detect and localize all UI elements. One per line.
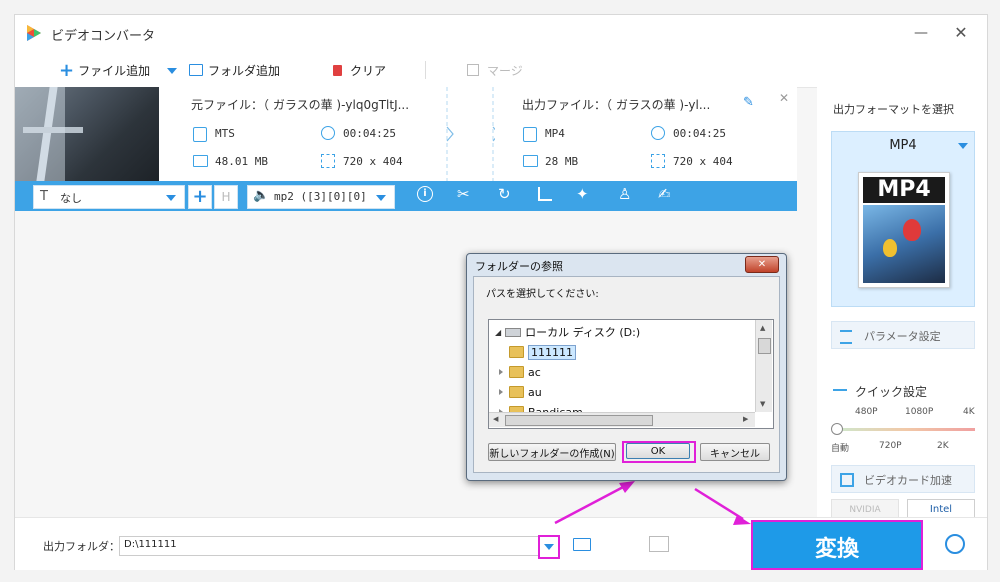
folder-icon	[509, 386, 524, 398]
scroll-thumb[interactable]	[758, 338, 771, 354]
drive-label: ローカル ディスク (D:)	[525, 326, 641, 339]
tree-item-drive[interactable]: ◢ ローカル ディスク (D:)	[495, 322, 640, 342]
dialog-prompt: パスを選択してください:	[486, 289, 599, 300]
scroll-down-arrow-icon[interactable]: ▼	[760, 400, 765, 408]
drive-icon	[505, 327, 522, 337]
folder-icon	[509, 366, 524, 378]
folder-label: 111111	[528, 344, 576, 360]
scroll-up-arrow-icon[interactable]: ▲	[760, 324, 765, 332]
dialog-title: フォルダーの参照	[475, 260, 563, 273]
vertical-scrollbar[interactable]: ▲ ▼	[755, 320, 772, 412]
scroll-left-arrow-icon[interactable]: ◀	[493, 415, 498, 423]
folder-label: au	[528, 385, 542, 399]
scroll-right-arrow-icon[interactable]: ▶	[743, 415, 748, 423]
ok-button[interactable]: OK	[626, 443, 690, 459]
new-folder-button[interactable]: 新しいフォルダーの作成(N)	[488, 443, 616, 461]
tree-item-folder[interactable]: ac	[499, 362, 541, 382]
folder-icon	[509, 346, 524, 358]
folder-tree[interactable]: ◢ ローカル ディスク (D:) 111111 ac au Ba	[488, 319, 774, 429]
horizontal-scrollbar[interactable]: ◀ ▶	[489, 412, 755, 427]
collapsed-arrow-icon	[499, 369, 503, 375]
folder-label: ac	[528, 365, 541, 379]
tree-item-folder[interactable]: au	[499, 382, 542, 402]
collapsed-arrow-icon	[499, 389, 503, 395]
expanded-arrow-icon: ◢	[495, 327, 502, 337]
cancel-button[interactable]: キャンセル	[700, 443, 770, 461]
dialog-close-button[interactable]: ✕	[745, 256, 779, 273]
dialog-body: パスを選択してください: ◢ ローカル ディスク (D:) 111111 ac …	[473, 276, 780, 473]
folder-browse-dialog: フォルダーの参照 ✕ パスを選択してください: ◢ ローカル ディスク (D:)…	[466, 253, 787, 481]
scroll-thumb[interactable]	[505, 415, 653, 426]
tree-item-folder[interactable]: 111111	[509, 342, 576, 362]
